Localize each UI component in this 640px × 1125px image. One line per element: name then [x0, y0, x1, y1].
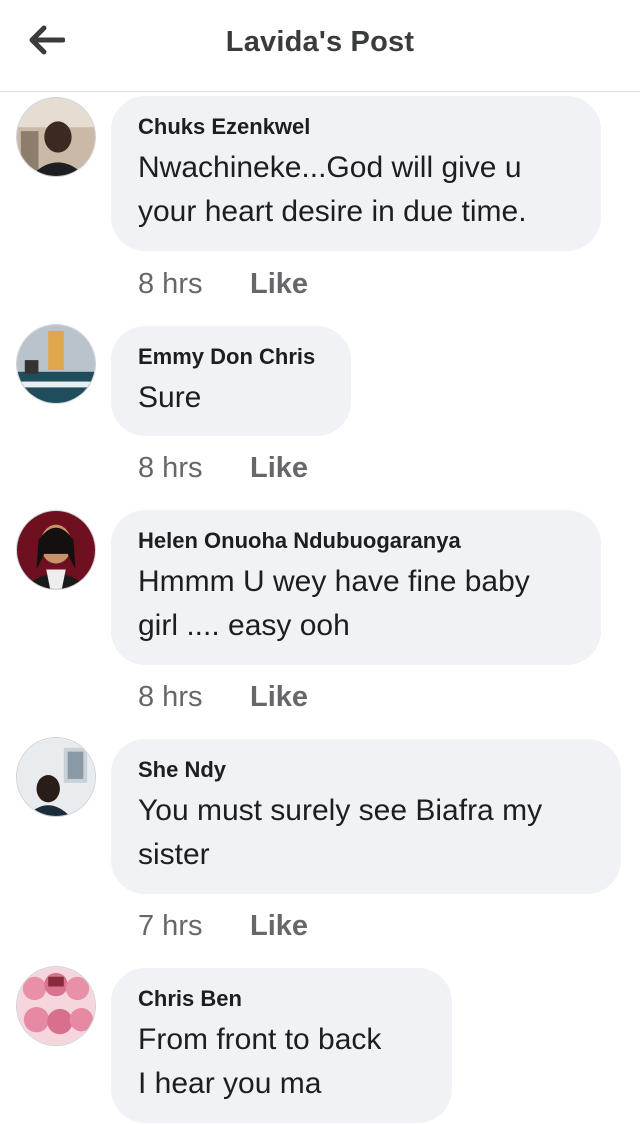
page-title: Lavida's Post	[225, 26, 415, 58]
comment-meta: 8 hrs Like	[138, 268, 308, 301]
comment-line: girl .... easy ooh	[138, 609, 350, 642]
comment-text: Hmmm U wey have fine baby girl .... easy…	[138, 560, 574, 648]
like-link[interactable]: Like	[250, 681, 308, 713]
comment-line: Hmmm U wey have fine baby	[138, 565, 530, 598]
comment-meta: 8 hrs Like	[138, 681, 308, 714]
comment-line: Sure	[138, 381, 202, 414]
avatar[interactable]	[16, 737, 96, 817]
comment-bubble[interactable]: Emmy Don Chris Sure	[111, 326, 351, 436]
comment-author[interactable]: Chuks Ezenkwel	[138, 114, 574, 140]
comment-text: You must surely see Biafra my sister	[138, 789, 594, 877]
comment-line: sister	[138, 838, 210, 871]
like-link[interactable]: Like	[250, 910, 308, 942]
avatar[interactable]	[16, 510, 96, 590]
comment-meta: 7 hrs Like	[138, 910, 308, 943]
avatar[interactable]	[16, 966, 96, 1046]
comment-meta: 8 hrs Like	[138, 452, 308, 485]
comment-author[interactable]: Chris Ben	[138, 986, 425, 1012]
like-link[interactable]: Like	[250, 452, 308, 484]
comment-bubble[interactable]: Helen Onuoha Ndubuogaranya Hmmm U wey ha…	[111, 510, 601, 665]
avatar[interactable]	[16, 324, 96, 404]
comment-line: I hear you ma	[138, 1067, 322, 1100]
comment-timestamp[interactable]: 8 hrs	[138, 681, 250, 714]
comment-author[interactable]: Helen Onuoha Ndubuogaranya	[138, 528, 574, 554]
comment-text: Sure	[138, 376, 324, 420]
comment-timestamp[interactable]: 8 hrs	[138, 268, 250, 301]
comment-author[interactable]: Emmy Don Chris	[138, 344, 324, 370]
comment-line: You must surely see Biafra my	[138, 794, 543, 827]
comment-bubble[interactable]: Chuks Ezenkwel Nwachineke...God will giv…	[111, 96, 601, 251]
comment-author[interactable]: She Ndy	[138, 757, 594, 783]
like-link[interactable]: Like	[250, 268, 308, 300]
comment-bubble[interactable]: Chris Ben From front to back I hear you …	[111, 968, 452, 1123]
comment-timestamp[interactable]: 8 hrs	[138, 452, 250, 485]
comment-line: Nwachineke...God will give u	[138, 151, 522, 184]
comment-line: From front to back	[138, 1023, 382, 1056]
comment-text: Nwachineke...God will give u your heart …	[138, 146, 574, 234]
comment-bubble[interactable]: She Ndy You must surely see Biafra my si…	[111, 739, 621, 894]
comment-line: your heart desire in due time.	[138, 195, 527, 228]
comment-timestamp[interactable]: 7 hrs	[138, 910, 250, 943]
top-bar: Lavida's Post	[0, 0, 640, 92]
comment-text: From front to back I hear you ma	[138, 1018, 425, 1106]
avatar[interactable]	[16, 97, 96, 177]
